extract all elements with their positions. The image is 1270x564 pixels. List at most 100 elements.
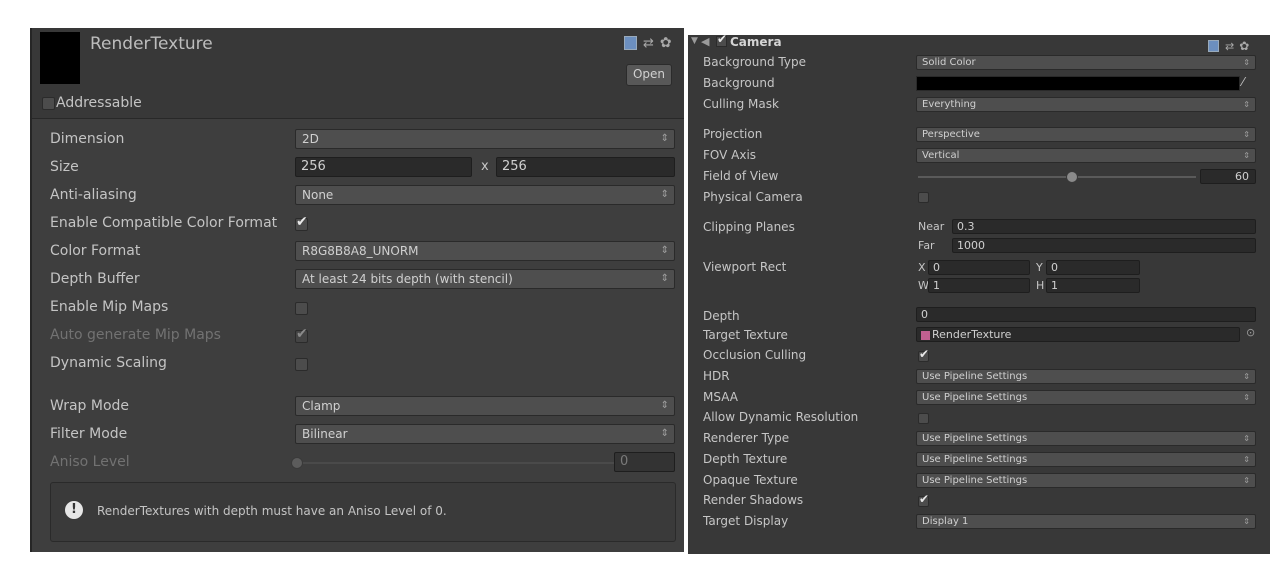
mip-maps-checkbox[interactable] (295, 302, 308, 315)
depth-texture-label: Depth Texture (703, 452, 788, 466)
dimension-label: Dimension (50, 131, 125, 147)
viewport-h-field[interactable]: 1 (1046, 278, 1140, 293)
far-label: Far (918, 239, 935, 252)
dropdown-arrow-icon: ⇕ (1243, 455, 1250, 464)
projection-dropdown[interactable]: Perspective ⇕ (916, 127, 1256, 142)
color-format-label: Color Format (50, 243, 141, 259)
anti-aliasing-dropdown[interactable]: None ⇕ (295, 185, 675, 205)
culling-mask-label: Culling Mask (703, 97, 779, 111)
opaque-texture-label: Opaque Texture (703, 473, 798, 487)
compat-color-checkbox[interactable] (295, 214, 308, 231)
camera-inspector: ▼ ◀ ✔ Camera ⇄ ✿ Background Type Solid Co… (688, 32, 1270, 554)
dropdown-arrow-icon: ⇕ (1243, 517, 1250, 526)
gear-icon[interactable]: ✿ (660, 35, 672, 51)
viewport-x-field[interactable]: 0 (928, 260, 1030, 275)
fov-value-field[interactable]: 60 (1200, 169, 1256, 184)
msaa-dropdown[interactable]: Use Pipeline Settings ⇕ (916, 390, 1256, 405)
preset-icon[interactable]: ⇄ (1225, 40, 1234, 53)
render-texture-icon (921, 330, 930, 340)
filter-mode-label: Filter Mode (50, 426, 128, 442)
fov-slider-knob[interactable] (1065, 171, 1078, 183)
dropdown-arrow-icon: ⇕ (1243, 151, 1250, 160)
open-button[interactable]: Open (626, 64, 672, 86)
opaque-texture-dropdown[interactable]: Use Pipeline Settings ⇕ (916, 473, 1256, 488)
far-clip-field[interactable]: 1000 (952, 238, 1256, 253)
eyedropper-icon[interactable]: ⁄ (1242, 75, 1244, 89)
warning-message: RenderTextures with depth must have an A… (97, 504, 447, 518)
help-icon[interactable] (624, 35, 637, 50)
field-of-view-label: Field of View (703, 169, 779, 183)
near-label: Near (918, 220, 945, 233)
fov-axis-value: Vertical (922, 150, 960, 161)
dropdown-arrow-icon: ⇕ (1243, 100, 1250, 109)
wrap-mode-dropdown[interactable]: Clamp ⇕ (295, 396, 675, 416)
background-color-swatch[interactable] (916, 76, 1240, 91)
color-format-dropdown[interactable]: R8G8B8A8_UNORM ⇕ (295, 241, 675, 261)
dynamic-scaling-checkbox[interactable] (295, 358, 308, 371)
warning-icon: ! (65, 501, 83, 519)
compat-color-label: Enable Compatible Color Format (50, 215, 278, 231)
camera-enabled-checkbox[interactable]: ✔ (716, 32, 727, 47)
filter-mode-value: Bilinear (302, 427, 348, 441)
near-clip-field[interactable]: 0.3 (952, 219, 1256, 234)
color-format-value: R8G8B8A8_UNORM (302, 244, 419, 258)
renderer-type-dropdown[interactable]: Use Pipeline Settings ⇕ (916, 431, 1256, 446)
clipping-planes-label: Clipping Planes (703, 220, 795, 234)
viewport-y-field[interactable]: 0 (1046, 260, 1140, 275)
depth-field[interactable]: 0 (916, 307, 1256, 322)
size-x-separator: x (481, 159, 489, 174)
dynamic-scaling-label: Dynamic Scaling (50, 355, 167, 371)
dropdown-arrow-icon: ⇕ (660, 428, 669, 439)
render-shadows-checkbox[interactable] (918, 492, 929, 507)
wrap-mode-value: Clamp (302, 399, 341, 413)
help-icon[interactable] (1208, 39, 1219, 52)
header-icons: ⇄ ✿ (1208, 35, 1249, 54)
dropdown-arrow-icon: ⇕ (1243, 130, 1250, 139)
dropdown-arrow-icon: ⇕ (660, 245, 669, 256)
target-display-value: Display 1 (922, 516, 969, 527)
fov-axis-dropdown[interactable]: Vertical ⇕ (916, 148, 1256, 163)
foldout-arrow-icon[interactable]: ▼ (691, 36, 698, 46)
viewport-w-field[interactable]: 1 (928, 278, 1030, 293)
wrap-mode-label: Wrap Mode (50, 398, 130, 414)
auto-mip-checkbox (295, 326, 308, 343)
target-display-dropdown[interactable]: Display 1 ⇕ (916, 514, 1256, 529)
projection-value: Perspective (922, 129, 980, 140)
addressable-checkbox[interactable] (42, 97, 55, 110)
texture-preview-thumbnail (40, 32, 80, 84)
camera-icon: ◀ (701, 35, 710, 48)
dropdown-arrow-icon: ⇕ (1243, 372, 1250, 381)
dynamic-resolution-checkbox[interactable] (918, 413, 929, 424)
physical-camera-checkbox[interactable] (918, 192, 929, 203)
size-height-field[interactable]: 256 (496, 157, 675, 177)
viewport-y-label: Y (1036, 261, 1043, 274)
dropdown-arrow-icon: ⇕ (660, 400, 669, 411)
occlusion-culling-checkbox[interactable] (918, 347, 929, 362)
physical-camera-label: Physical Camera (703, 190, 803, 204)
msaa-value: Use Pipeline Settings (922, 392, 1028, 403)
filter-mode-dropdown[interactable]: Bilinear ⇕ (295, 424, 675, 444)
dimension-dropdown[interactable]: 2D ⇕ (295, 129, 675, 149)
depth-buffer-label: Depth Buffer (50, 271, 140, 287)
gear-icon[interactable]: ✿ (1239, 39, 1249, 53)
target-texture-field[interactable]: RenderTexture (916, 327, 1240, 342)
culling-mask-dropdown[interactable]: Everything ⇕ (916, 97, 1256, 112)
hdr-value: Use Pipeline Settings (922, 371, 1028, 382)
fov-slider-track[interactable] (918, 176, 1196, 178)
hdr-dropdown[interactable]: Use Pipeline Settings ⇕ (916, 369, 1256, 384)
aniso-level-label: Aniso Level (50, 454, 130, 470)
background-type-dropdown[interactable]: Solid Color ⇕ (916, 55, 1256, 70)
depth-texture-dropdown[interactable]: Use Pipeline Settings ⇕ (916, 452, 1256, 467)
background-label: Background (703, 76, 775, 90)
fov-axis-label: FOV Axis (703, 148, 757, 162)
size-width-field[interactable]: 256 (295, 157, 472, 177)
depth-buffer-dropdown[interactable]: At least 24 bits depth (with stencil) ⇕ (295, 269, 675, 289)
aniso-value-field: 0 (614, 452, 675, 472)
background-type-value: Solid Color (922, 57, 976, 68)
object-picker-icon[interactable]: ⊙ (1246, 326, 1255, 339)
preset-icon[interactable]: ⇄ (643, 36, 654, 51)
header-icons: ⇄ ✿ (624, 32, 672, 51)
size-label: Size (50, 159, 79, 175)
asset-title: RenderTexture (90, 34, 213, 54)
dropdown-arrow-icon: ⇕ (1243, 476, 1250, 485)
